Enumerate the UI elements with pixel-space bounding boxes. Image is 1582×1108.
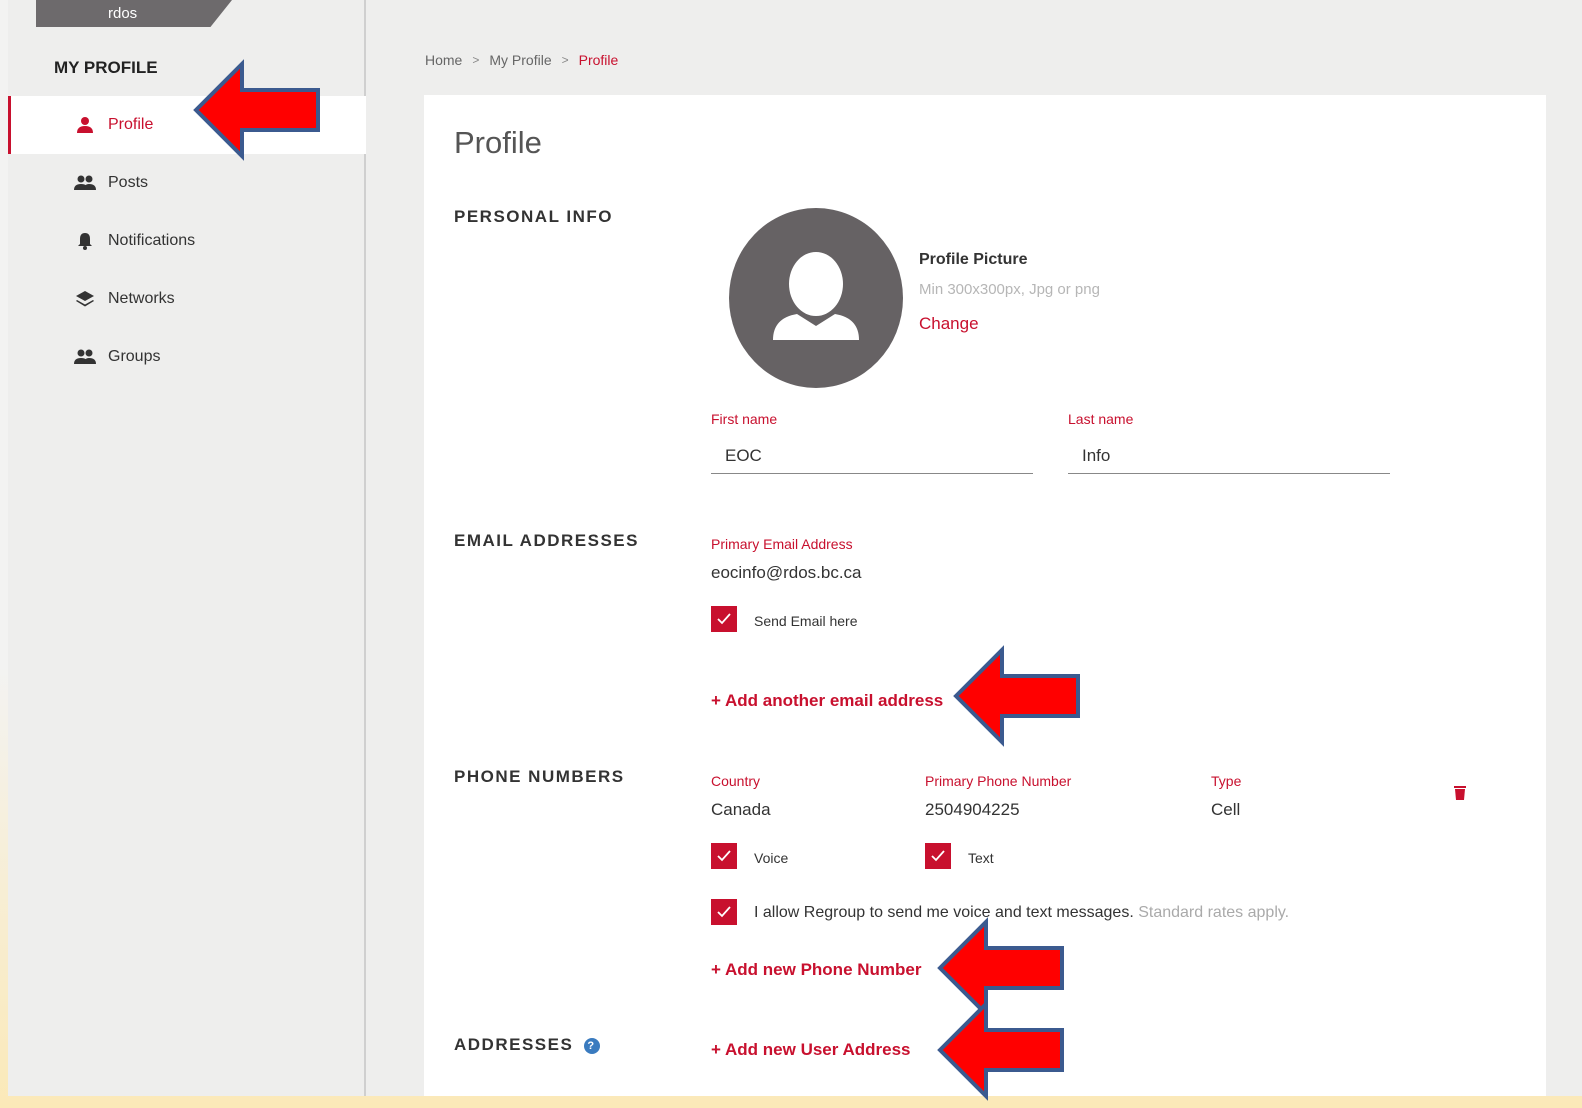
person-silhouette-icon: [773, 252, 859, 340]
addresses-heading: ADDRESSES ?: [454, 1035, 600, 1055]
primary-email-label: Primary Email Address: [711, 536, 853, 552]
avatar[interactable]: [729, 208, 903, 388]
addresses-heading-text: ADDRESSES: [454, 1035, 574, 1054]
send-email-checkbox[interactable]: [711, 606, 737, 632]
left-arrow-icon: [937, 999, 1064, 1101]
country-label: Country: [711, 773, 761, 789]
left-arrow-icon: [193, 59, 320, 161]
breadcrumb: Home > My Profile > Profile: [425, 52, 618, 68]
trash-icon[interactable]: [1453, 785, 1467, 801]
phone-numbers-heading: PHONE NUMBERS: [454, 767, 625, 786]
phone-type-value[interactable]: Cell: [1211, 800, 1240, 820]
text-label: Text: [968, 850, 994, 866]
country-value[interactable]: Canada: [711, 800, 771, 820]
phone-number-label: Primary Phone Number: [925, 773, 1072, 789]
annotation-arrow: [193, 59, 320, 161]
last-name-label: Last name: [1068, 411, 1134, 427]
add-email-link[interactable]: + Add another email address: [711, 691, 943, 711]
add-address-link[interactable]: + Add new User Address: [711, 1040, 911, 1060]
person-icon: [74, 116, 96, 134]
sidebar-item-notifications[interactable]: Notifications: [8, 212, 366, 270]
layers-icon: [74, 290, 96, 308]
people-icon: [74, 174, 96, 192]
checkmark-icon: [717, 906, 731, 918]
bell-icon: [74, 232, 96, 250]
sidebar: rdos MY PROFILE Profile Posts Notificati…: [8, 0, 366, 1096]
app-frame: rdos MY PROFILE Profile Posts Notificati…: [8, 0, 1582, 1101]
breadcrumb-my-profile[interactable]: My Profile: [489, 52, 551, 68]
voice-checkbox[interactable]: [711, 843, 737, 869]
sidebar-item-label: Groups: [108, 348, 161, 365]
voice-label: Voice: [754, 850, 789, 866]
annotation-arrow: [937, 999, 1064, 1101]
checkmark-icon: [717, 850, 731, 862]
phone-number-value[interactable]: 2504904225: [925, 800, 1020, 820]
breadcrumb-separator: >: [472, 53, 480, 67]
consent-note: Standard rates apply.: [1138, 904, 1290, 921]
sidebar-item-label: Networks: [108, 290, 175, 307]
sidebar-item-posts[interactable]: Posts: [8, 154, 366, 212]
breadcrumb-separator: >: [561, 53, 569, 67]
consent-checkbox[interactable]: [711, 899, 737, 925]
sidebar-item-label: Profile: [108, 116, 154, 133]
checkmark-icon: [717, 613, 731, 625]
annotation-arrow: [953, 645, 1080, 747]
sidebar-item-networks[interactable]: Networks: [8, 270, 366, 328]
primary-email-value: eocinfo@rdos.bc.ca: [711, 563, 862, 582]
text-checkbox[interactable]: [925, 843, 951, 869]
page-title: Profile: [454, 125, 542, 160]
breadcrumb-home[interactable]: Home: [425, 52, 462, 68]
profile-picture-hint: Min 300x300px, Jpg or png: [919, 281, 1100, 298]
org-tab[interactable]: rdos: [36, 0, 232, 27]
help-icon[interactable]: ?: [583, 1037, 600, 1054]
sidebar-item-groups[interactable]: Groups: [8, 328, 366, 386]
add-phone-link[interactable]: + Add new Phone Number: [711, 960, 921, 980]
phone-type-label: Type: [1211, 773, 1242, 789]
last-name-field[interactable]: [1068, 438, 1390, 474]
people-icon: [74, 348, 96, 366]
breadcrumb-current: Profile: [578, 52, 619, 68]
first-name-label: First name: [711, 411, 778, 427]
sidebar-item-label: Posts: [108, 174, 149, 191]
profile-picture-label: Profile Picture: [919, 251, 1028, 268]
personal-info-heading: PERSONAL INFO: [454, 207, 613, 226]
change-picture-link[interactable]: Change: [919, 314, 979, 334]
checkmark-icon: [931, 850, 945, 862]
sidebar-title: MY PROFILE: [54, 58, 158, 77]
email-addresses-heading: EMAIL ADDRESSES: [454, 531, 639, 550]
sidebar-item-label: Notifications: [108, 232, 196, 249]
org-name: rdos: [108, 5, 138, 22]
consent-text: I allow Regroup to send me voice and tex…: [754, 904, 1134, 921]
left-arrow-icon: [953, 645, 1080, 747]
send-email-label: Send Email here: [754, 613, 858, 629]
first-name-field[interactable]: [711, 438, 1033, 474]
